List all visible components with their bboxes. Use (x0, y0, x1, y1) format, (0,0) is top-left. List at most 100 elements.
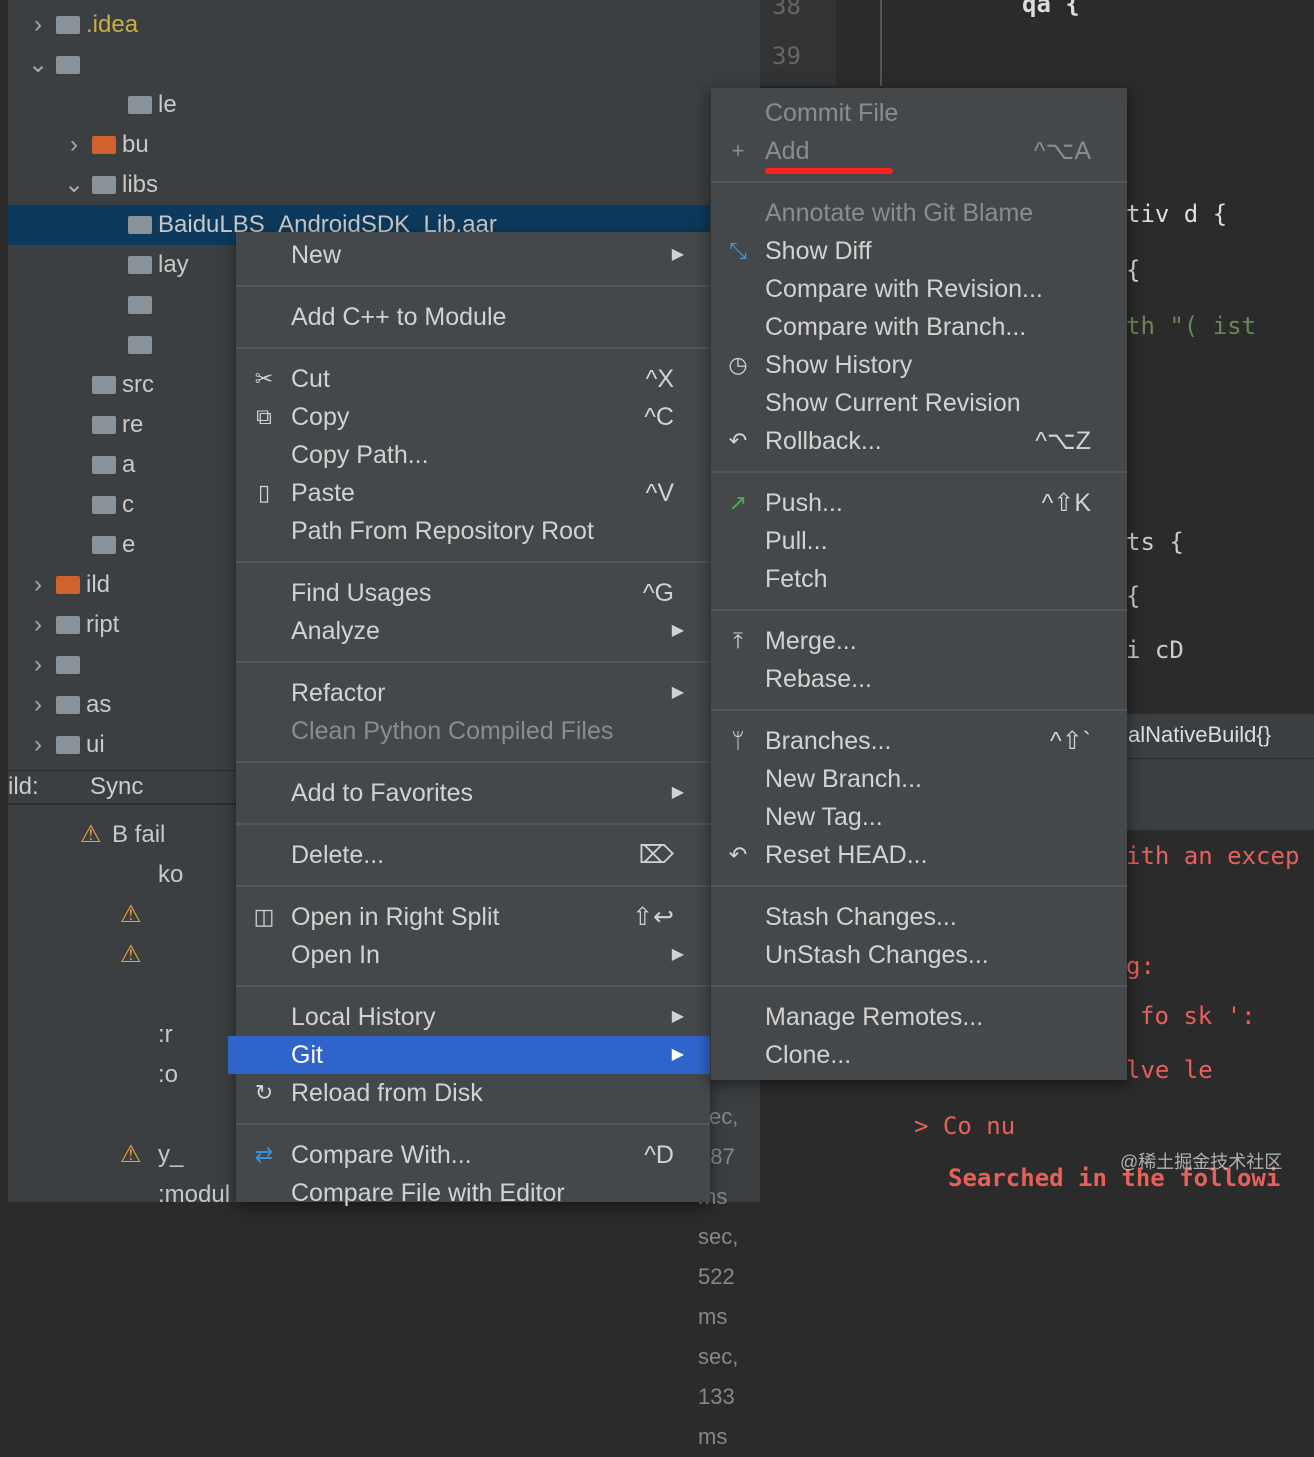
menu-item-label: Compare File with Editor (291, 1179, 565, 1207)
chevron-down-icon[interactable]: ⌄ (64, 165, 84, 205)
menu-item-add-to-favorites[interactable]: Add to Favorites ▶ (236, 774, 710, 812)
menu-item-analyze[interactable]: Analyze ▶ (236, 612, 710, 650)
menu-item-new-tag[interactable]: New Tag... (711, 798, 1127, 836)
menu-item-label: New Tag... (765, 803, 883, 831)
folder-icon (92, 456, 116, 474)
menu-item-commit-file[interactable]: Commit File (711, 94, 1127, 132)
menu-item-reload-from-disk[interactable]: ↻ Reload from Disk (236, 1074, 710, 1112)
tree-item-label: c (122, 491, 134, 518)
menu-item-label: Add to Favorites (291, 779, 474, 807)
tree-item-label: as (86, 691, 112, 718)
menu-item-manage-remotes[interactable]: Manage Remotes... (711, 998, 1127, 1036)
folder-icon (56, 736, 80, 754)
menu-item-label: Pull... (765, 527, 828, 555)
menu-item-show-diff[interactable]: ⤡ Show Diff (711, 232, 1127, 270)
folder-icon (92, 416, 116, 434)
menu-item-unstash-changes[interactable]: UnStash Changes... (711, 936, 1127, 974)
menu-item-label: Manage Remotes... (765, 1003, 984, 1031)
menu-item-rollback[interactable]: ↶ Rollback... ^⌥Z (711, 422, 1127, 460)
chevron-right-icon[interactable]: › (28, 685, 48, 725)
menu-item-git[interactable]: Git ▶ (228, 1036, 710, 1074)
menu-item-compare-with-branch[interactable]: Compare with Branch... (711, 308, 1127, 346)
menu-item-label: Show History (765, 351, 913, 379)
chevron-right-icon[interactable]: › (28, 565, 48, 605)
tree-item[interactable]: ⌄ (8, 45, 760, 85)
menu-item-refactor[interactable]: Refactor ▶ (236, 674, 710, 712)
menu-item-label: Add C++ to Module (291, 303, 507, 331)
menu-item-stash-changes[interactable]: Stash Changes... (711, 898, 1127, 936)
menu-item-label: Path From Repository Root (291, 517, 594, 545)
menu-item-clone[interactable]: Clone... (711, 1036, 1127, 1074)
menu-item-delete[interactable]: Delete... ⌦ (236, 836, 710, 874)
menu-item-label: Copy Path... (291, 441, 429, 469)
menu-separator (236, 561, 710, 563)
menu-item-merge[interactable]: ⤒ Merge... (711, 622, 1127, 660)
menu-item-add[interactable]: + Add ^⌥A (711, 132, 1127, 174)
tree-item-label: ui (86, 731, 105, 758)
menu-item-compare-file-with-editor[interactable]: Compare File with Editor (236, 1174, 710, 1212)
menu-item-new[interactable]: New ▶ (236, 236, 710, 274)
error-line: ith an excep (1126, 842, 1300, 870)
menu-item-copy[interactable]: ⧉ Copy ^C (236, 398, 710, 436)
menu-item-label: Git (291, 1041, 323, 1069)
folder-icon (128, 296, 152, 314)
tree-item-label: ild (86, 571, 111, 598)
menu-separator (236, 1123, 710, 1125)
chevron-right-icon[interactable]: › (28, 645, 48, 685)
build-item-label: y_ (158, 1141, 184, 1168)
tab-sync[interactable]: Sync (90, 773, 143, 801)
menu-item-new-branch[interactable]: New Branch... (711, 760, 1127, 798)
build-time: sec, 522 ms (698, 1224, 739, 1329)
submenu-arrow-icon: ▶ (671, 1008, 684, 1025)
menu-item-push[interactable]: ↗ Push... ^⇧K (711, 484, 1127, 522)
folder-icon (56, 16, 80, 34)
chevron-right-icon[interactable]: › (28, 725, 48, 765)
build-item-label: :o (158, 1061, 179, 1088)
shortcut-label: ^⌥A (1033, 137, 1091, 165)
chevron-down-icon[interactable]: ⌄ (28, 45, 48, 85)
annotation-underline (765, 168, 893, 174)
shortcut-label: ⇧↩ (632, 903, 674, 931)
submenu-arrow-icon: ▶ (671, 622, 684, 639)
menu-item-label: Open In (291, 941, 380, 969)
menu-item-label: Refactor (291, 679, 386, 707)
tree-item[interactable]: › .idea (8, 5, 760, 45)
menu-item-add-c-to-module[interactable]: Add C++ to Module (236, 298, 710, 336)
menu-item-cut[interactable]: ✂ Cut ^X (236, 360, 710, 398)
menu-item-compare-with[interactable]: ⇄ Compare With... ^D (236, 1136, 710, 1174)
folder-icon (92, 496, 116, 514)
menu-item-path-from-repository-root[interactable]: Path From Repository Root (236, 512, 710, 550)
menu-separator (711, 181, 1127, 183)
tree-item-label: e (122, 531, 136, 558)
menu-item-find-usages[interactable]: Find Usages ^G (236, 574, 710, 612)
menu-separator (711, 885, 1127, 887)
menu-item-label: Clone... (765, 1041, 852, 1069)
menu-item-open-in-right-split[interactable]: ◫ Open in Right Split ⇧↩ (236, 898, 710, 936)
menu-item-label: Rollback... (765, 427, 882, 455)
menu-item-paste[interactable]: ▯ Paste ^V (236, 474, 710, 512)
menu-item-rebase[interactable]: Rebase... (711, 660, 1127, 698)
menu-item-copy-path[interactable]: Copy Path... (236, 436, 710, 474)
menu-item-show-current-revision[interactable]: Show Current Revision (711, 384, 1127, 422)
menu-item-clean-python-compiled-files[interactable]: Clean Python Compiled Files (236, 712, 710, 750)
menu-item-label: Commit File (765, 99, 899, 127)
tree-item[interactable]: › bu (8, 125, 760, 165)
folder-icon (92, 376, 116, 394)
menu-item-annotate-with-git-blame[interactable]: Annotate with Git Blame (711, 194, 1127, 232)
chevron-right-icon[interactable]: › (28, 605, 48, 645)
menu-item-label: Copy (291, 403, 350, 431)
chevron-right-icon[interactable]: › (64, 125, 84, 165)
tree-item[interactable]: ⌄ libs (8, 165, 760, 205)
chevron-right-icon[interactable]: › (28, 5, 48, 45)
menu-item-branches[interactable]: ᛘ Branches... ^⇧` (711, 722, 1127, 760)
menu-item-show-history[interactable]: ◷ Show History (711, 346, 1127, 384)
menu-item-open-in[interactable]: Open In ▶ (236, 936, 710, 974)
menu-item-label: Delete... (291, 841, 385, 869)
menu-item-fetch[interactable]: Fetch (711, 560, 1127, 598)
tree-item[interactable]: le (8, 85, 760, 125)
menu-item-local-history[interactable]: Local History ▶ (236, 998, 710, 1036)
shortcut-label: ^V (645, 479, 674, 507)
menu-item-compare-with-revision[interactable]: Compare with Revision... (711, 270, 1127, 308)
menu-item-reset-head[interactable]: ↶ Reset HEAD... (711, 836, 1127, 874)
menu-item-pull[interactable]: Pull... (711, 522, 1127, 560)
